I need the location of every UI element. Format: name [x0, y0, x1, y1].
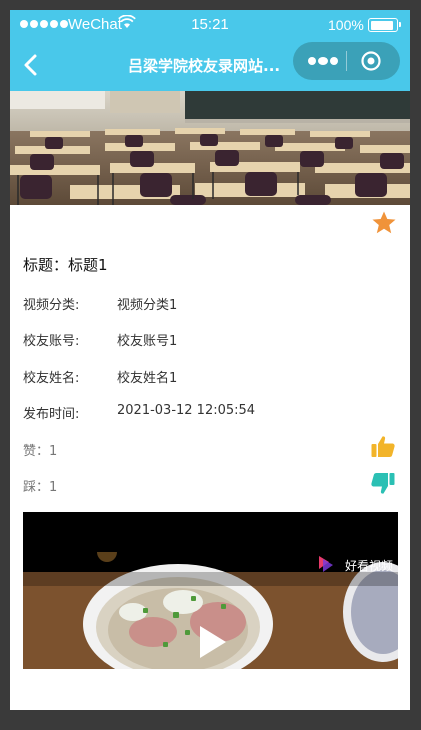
nav-bar: 吕梁学院校友录网站...: [10, 40, 410, 91]
top-bar: WeChat 15:21 100% 吕梁学院校友录网站...: [10, 10, 410, 91]
banner-image: [10, 91, 410, 205]
watermark-text: 好看视频: [345, 558, 393, 573]
page-title: 吕梁学院校友录网站...: [128, 57, 281, 75]
dislikes-label: 踩：: [23, 480, 50, 495]
mini-program-capsule: [293, 42, 400, 80]
name-value: 校友姓名1: [117, 371, 178, 386]
video-title: 标题：标题1: [23, 254, 108, 275]
dislikes-count: 踩：1: [23, 476, 57, 495]
likes-value: 1: [49, 444, 58, 459]
bottom-border: [0, 710, 421, 730]
category-label: 视频分类:: [23, 298, 80, 313]
publish-time-value: 2021-03-12 12:05:54: [117, 403, 256, 418]
publish-time-label: 发布时间:: [23, 407, 80, 422]
account-label: 校友账号:: [23, 334, 80, 349]
target-close-icon[interactable]: [360, 50, 382, 72]
phone-screen: WeChat 15:21 100% 吕梁学院校友录网站... 标题：标题1 视频…: [10, 10, 410, 720]
likes-count: 赞：1: [23, 440, 57, 459]
battery-icon: [368, 18, 401, 32]
thumbs-down-icon[interactable]: [370, 470, 396, 496]
likes-label: 赞：: [23, 444, 50, 459]
account-value: 校友账号1: [117, 334, 178, 349]
status-bar: WeChat 15:21 100%: [10, 10, 410, 40]
category-value: 视频分类1: [117, 298, 178, 313]
battery-percent: 100%: [328, 17, 364, 33]
more-dots-icon[interactable]: [305, 54, 341, 68]
video-player[interactable]: 好看视频: [23, 512, 398, 669]
title-label: 标题：: [23, 256, 69, 274]
chevron-left-icon[interactable]: [18, 52, 44, 78]
star-icon[interactable]: [371, 210, 397, 236]
title-value: 标题1: [68, 256, 108, 274]
dislikes-value: 1: [49, 480, 58, 495]
capsule-divider: [346, 51, 347, 71]
name-label: 校友姓名:: [23, 371, 80, 386]
thumbs-up-icon[interactable]: [370, 434, 396, 460]
